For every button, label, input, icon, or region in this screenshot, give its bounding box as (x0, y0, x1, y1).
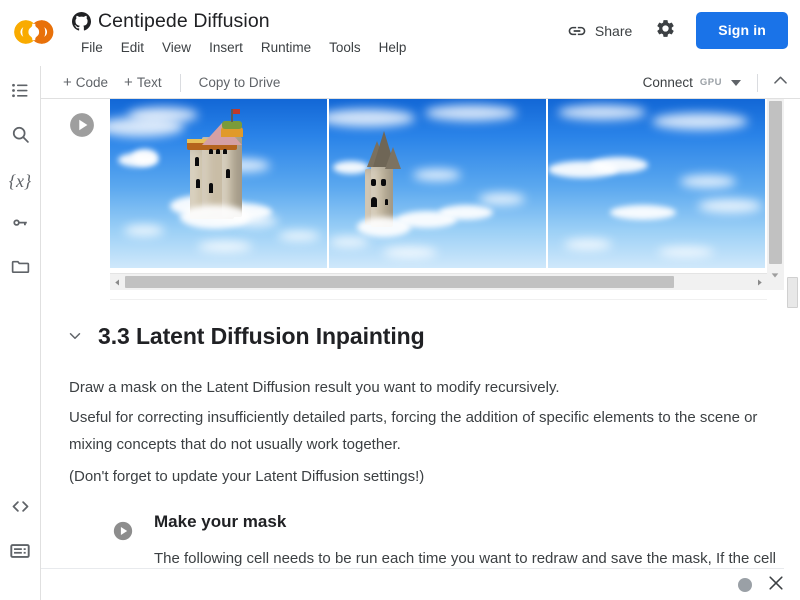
section-collapse-toggle[interactable] (63, 324, 87, 348)
chevron-down-icon[interactable] (731, 79, 741, 86)
notebook-toolbar: + Code + Text Copy to Drive Connect GPU (41, 66, 800, 99)
hscroll-left-arrow[interactable] (110, 274, 125, 290)
add-text-label: Text (136, 75, 162, 90)
circle-icon[interactable] (738, 578, 752, 592)
output-image-3[interactable] (548, 99, 765, 268)
output-vscroll-down-arrow[interactable] (767, 267, 783, 283)
toolbar-right-group: Connect GPU (635, 66, 794, 99)
hscroll-right-arrow[interactable] (752, 274, 767, 290)
menu-file[interactable]: File (72, 38, 112, 57)
output-vscroll-thumb[interactable] (769, 101, 782, 264)
close-button[interactable] (765, 574, 787, 596)
menu-edit[interactable]: Edit (112, 38, 153, 57)
sidebar-item-terminal[interactable] (4, 537, 36, 569)
github-icon (72, 12, 91, 31)
search-icon (10, 124, 31, 150)
list-icon (10, 80, 31, 106)
close-icon (766, 573, 786, 598)
terminal-icon (9, 540, 31, 567)
link-icon (567, 21, 587, 41)
sidebar-item-code-snippets[interactable] (4, 493, 36, 525)
code-brackets-icon (10, 496, 31, 522)
sidebar-item-variables[interactable]: {x} (4, 165, 36, 197)
section-paragraph-2: Useful for correcting insufficiently det… (69, 409, 758, 453)
connect-label: Connect (642, 75, 693, 90)
output-vertical-scrollbar[interactable] (767, 99, 784, 290)
toggle-header-button[interactable] (766, 69, 794, 97)
sidebar-item-table-of-contents[interactable] (4, 77, 36, 109)
image-output-strip[interactable] (110, 99, 767, 268)
colab-app-window: Centipede Diffusion File Edit View Inser… (0, 0, 800, 600)
menu-runtime[interactable]: Runtime (252, 38, 320, 57)
gear-icon (655, 18, 676, 44)
sign-in-button[interactable]: Sign in (696, 12, 788, 49)
subsection-text: The following cell needs to be run each … (154, 550, 777, 567)
output-cell (41, 99, 784, 301)
page-vscroll-thumb[interactable] (787, 277, 798, 308)
sidebar-item-files[interactable] (4, 253, 36, 285)
menu-bar: File Edit View Insert Runtime Tools Help (72, 38, 415, 57)
notebook-title[interactable]: Centipede Diffusion (98, 10, 270, 33)
hscroll-thumb[interactable] (125, 276, 674, 288)
colab-logo[interactable] (12, 18, 58, 46)
output-image-1[interactable] (110, 99, 327, 268)
gpu-badge: GPU (699, 77, 722, 88)
connect-button[interactable]: Connect GPU (635, 71, 749, 94)
add-code-label: Code (75, 75, 109, 90)
menu-tools[interactable]: Tools (320, 38, 370, 57)
run-subsection-button[interactable] (113, 521, 133, 541)
subsection-title: Make your mask (154, 512, 287, 531)
menu-help[interactable]: Help (370, 38, 416, 57)
key-icon (10, 212, 31, 238)
sidebar-item-find-replace[interactable] (4, 121, 36, 153)
output-horizontal-scrollbar[interactable] (110, 273, 767, 290)
section-title: 3.3 Latent Diffusion Inpainting (98, 322, 425, 349)
header-actions: Share Sign in (557, 12, 788, 49)
section-heading-row: 3.3 Latent Diffusion Inpainting (41, 314, 741, 358)
status-bar (41, 569, 800, 600)
toolbar-divider (179, 73, 181, 92)
sidebar-item-secrets[interactable] (4, 209, 36, 241)
folder-icon (10, 256, 31, 282)
menu-view[interactable]: View (153, 38, 200, 57)
section-paragraph-3: (Don't forget to update your Latent Diff… (69, 468, 425, 485)
page-vertical-scrollbar[interactable] (784, 99, 800, 600)
run-cell-button[interactable] (69, 112, 95, 138)
chevron-up-icon (771, 71, 790, 95)
plus-icon: + (124, 74, 133, 91)
notebook-content: 3.3 Latent Diffusion Inpainting Draw a m… (41, 99, 784, 569)
section-paragraph-1: Draw a mask on the Latent Diffusion resu… (69, 379, 560, 396)
left-sidebar-rail: {x} (0, 66, 41, 600)
plus-icon: + (63, 74, 72, 91)
add-text-cell-button[interactable]: + Text (116, 71, 170, 94)
settings-button[interactable] (648, 14, 682, 48)
notebook-title-row[interactable]: Centipede Diffusion (72, 10, 270, 33)
share-label: Share (594, 22, 633, 39)
add-code-cell-button[interactable]: + Code (55, 71, 116, 94)
output-image-2[interactable] (329, 99, 546, 268)
variables-icon: {x} (8, 170, 32, 191)
app-header: Centipede Diffusion File Edit View Inser… (0, 0, 800, 66)
toolbar-divider (757, 73, 758, 92)
toolbar-left-group: + Code + Text Copy to Drive (55, 66, 288, 99)
copy-to-drive-button[interactable]: Copy to Drive (191, 71, 289, 94)
share-button[interactable]: Share (557, 15, 642, 47)
cell-divider (110, 299, 767, 300)
menu-insert[interactable]: Insert (200, 38, 252, 57)
